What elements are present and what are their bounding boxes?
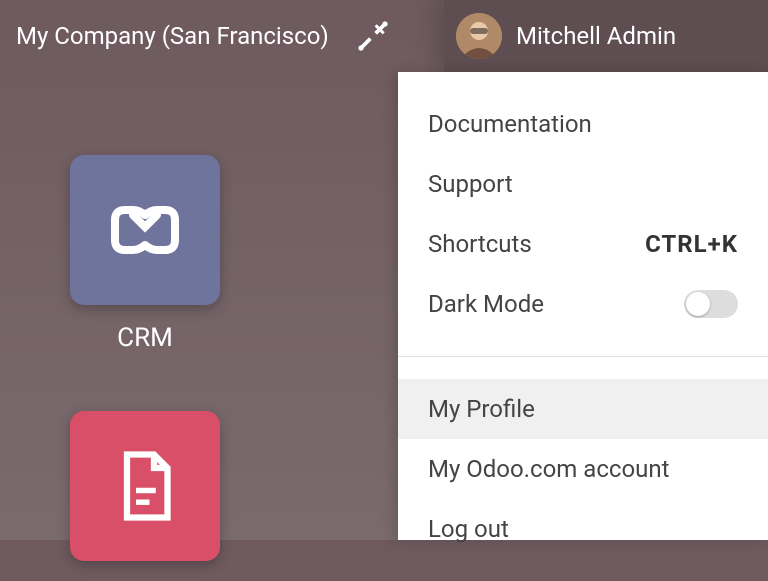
menu-documentation[interactable]: Documentation [398,94,768,154]
shortcut-key: CTRL+K [645,230,738,258]
user-menu-trigger[interactable]: Mitchell Admin [444,0,768,72]
menu-shortcuts-label: Shortcuts [428,230,532,258]
menu-my-profile[interactable]: My Profile [398,379,768,439]
app-label-crm: CRM [117,323,173,353]
app-tile-crm[interactable] [70,155,220,305]
dark-mode-toggle[interactable] [684,290,738,318]
menu-support-label: Support [428,170,513,198]
menu-odoo-account-label: My Odoo.com account [428,455,669,483]
company-selector[interactable]: My Company (San Francisco) [16,22,329,50]
menu-log-out[interactable]: Log out [398,499,768,559]
menu-log-out-label: Log out [428,515,509,543]
user-dropdown: Documentation Support Shortcuts CTRL+K D… [398,72,768,540]
menu-dark-mode-label: Dark Mode [428,290,544,318]
menu-support[interactable]: Support [398,154,768,214]
menu-dark-mode[interactable]: Dark Mode [398,274,768,334]
tools-icon[interactable] [353,16,393,56]
avatar [456,13,502,59]
menu-my-profile-label: My Profile [428,395,535,423]
menu-odoo-account[interactable]: My Odoo.com account [398,439,768,499]
app-launcher: CRM [70,155,220,561]
menu-shortcuts[interactable]: Shortcuts CTRL+K [398,214,768,274]
app-tile-document[interactable] [70,411,220,561]
username-label: Mitchell Admin [516,22,676,50]
menu-documentation-label: Documentation [428,110,592,138]
toggle-knob [686,292,710,316]
